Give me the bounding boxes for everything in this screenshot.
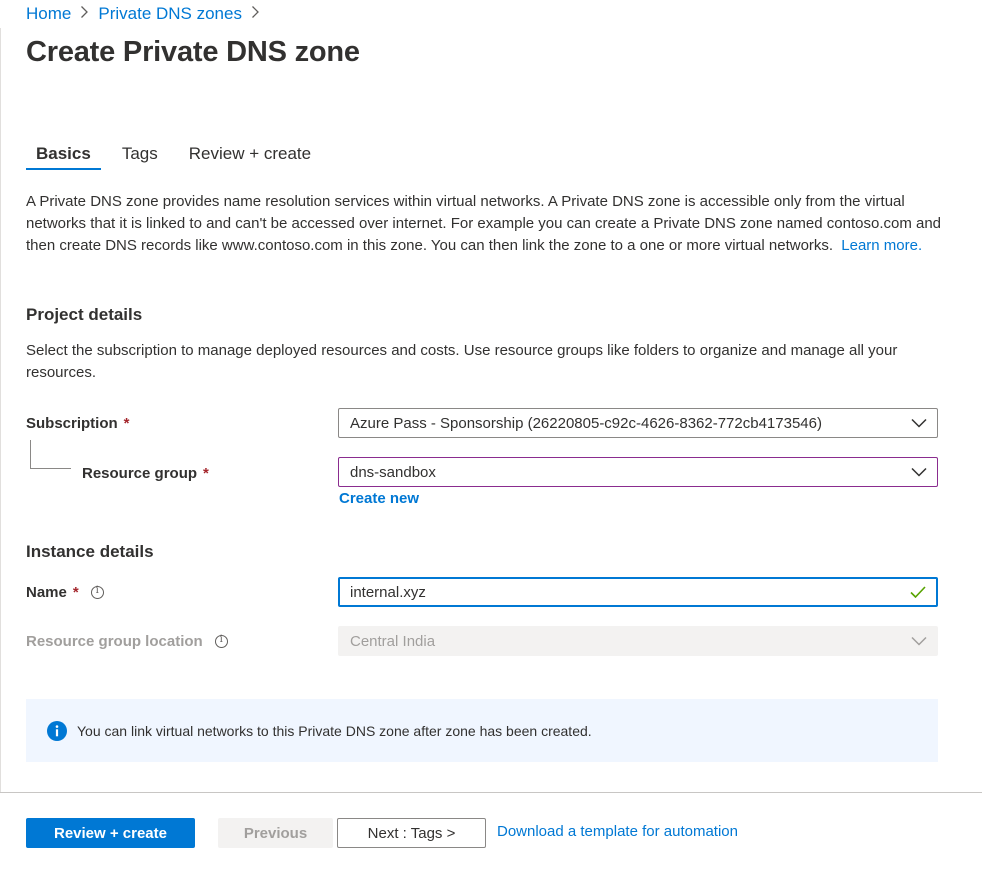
resource-group-value: dns-sandbox <box>350 463 436 481</box>
intro-text: A Private DNS zone provides name resolut… <box>26 193 942 254</box>
tab-tags[interactable]: Tags <box>112 140 168 170</box>
required-asterisk: * <box>203 464 209 482</box>
download-template-link[interactable]: Download a template for automation <box>497 823 738 840</box>
hierarchy-connector <box>30 440 71 469</box>
breadcrumb-home-link[interactable]: Home <box>26 4 71 24</box>
chevron-right-icon <box>80 5 89 24</box>
next-tags-button[interactable]: Next : Tags > <box>337 818 486 848</box>
tab-basics[interactable]: Basics <box>26 140 101 170</box>
chevron-down-icon <box>911 418 927 428</box>
blade-left-border <box>0 28 1 792</box>
tab-review-create[interactable]: Review + create <box>179 140 321 170</box>
chevron-down-icon <box>911 636 927 646</box>
instance-details-heading: Instance details <box>26 542 154 561</box>
intro-description: A Private DNS zone provides name resolut… <box>26 191 946 257</box>
subscription-label: Subscription * <box>26 408 130 438</box>
subscription-value: Azure Pass - Sponsorship (26220805-c92c-… <box>350 414 822 432</box>
create-new-resource-group-link[interactable]: Create new <box>339 490 419 507</box>
resource-group-dropdown[interactable]: dns-sandbox <box>338 457 938 487</box>
name-value: internal.xyz <box>350 583 426 601</box>
info-message-box: You can link virtual networks to this Pr… <box>26 699 938 762</box>
info-circle-icon <box>47 720 67 741</box>
previous-button: Previous <box>218 818 333 848</box>
page-title: Create Private DNS zone <box>26 36 360 68</box>
name-input[interactable]: internal.xyz <box>338 577 938 607</box>
subscription-dropdown[interactable]: Azure Pass - Sponsorship (26220805-c92c-… <box>338 408 938 438</box>
resource-group-location-label: Resource group location <box>26 626 228 656</box>
info-icon[interactable] <box>90 585 104 599</box>
resource-group-location-label-text: Resource group location <box>26 632 203 650</box>
info-icon[interactable] <box>214 634 228 648</box>
footer-divider <box>0 792 982 793</box>
resource-group-location-value: Central India <box>350 632 436 650</box>
resource-group-label-text: Resource group <box>82 464 198 482</box>
chevron-down-icon <box>911 467 927 477</box>
info-message-text: You can link virtual networks to this Pr… <box>77 722 592 739</box>
required-asterisk: * <box>123 414 130 432</box>
project-details-description: Select the subscription to manage deploy… <box>26 342 898 381</box>
resource-group-label: Resource group * <box>82 458 209 488</box>
project-details-heading: Project details <box>26 305 143 324</box>
tab-bar: Basics Tags Review + create <box>26 140 332 174</box>
name-label: Name * <box>26 577 104 607</box>
subscription-label-text: Subscription <box>26 414 118 432</box>
breadcrumb-private-dns-zones-link[interactable]: Private DNS zones <box>98 4 242 24</box>
resource-group-location-dropdown: Central India <box>338 626 938 656</box>
breadcrumb: Home Private DNS zones <box>26 4 269 24</box>
chevron-right-icon <box>251 5 260 24</box>
name-label-text: Name <box>26 583 67 601</box>
learn-more-link[interactable]: Learn more. <box>841 237 922 254</box>
review-create-button[interactable]: Review + create <box>26 818 195 848</box>
required-asterisk: * <box>72 583 79 601</box>
checkmark-icon <box>910 586 926 598</box>
